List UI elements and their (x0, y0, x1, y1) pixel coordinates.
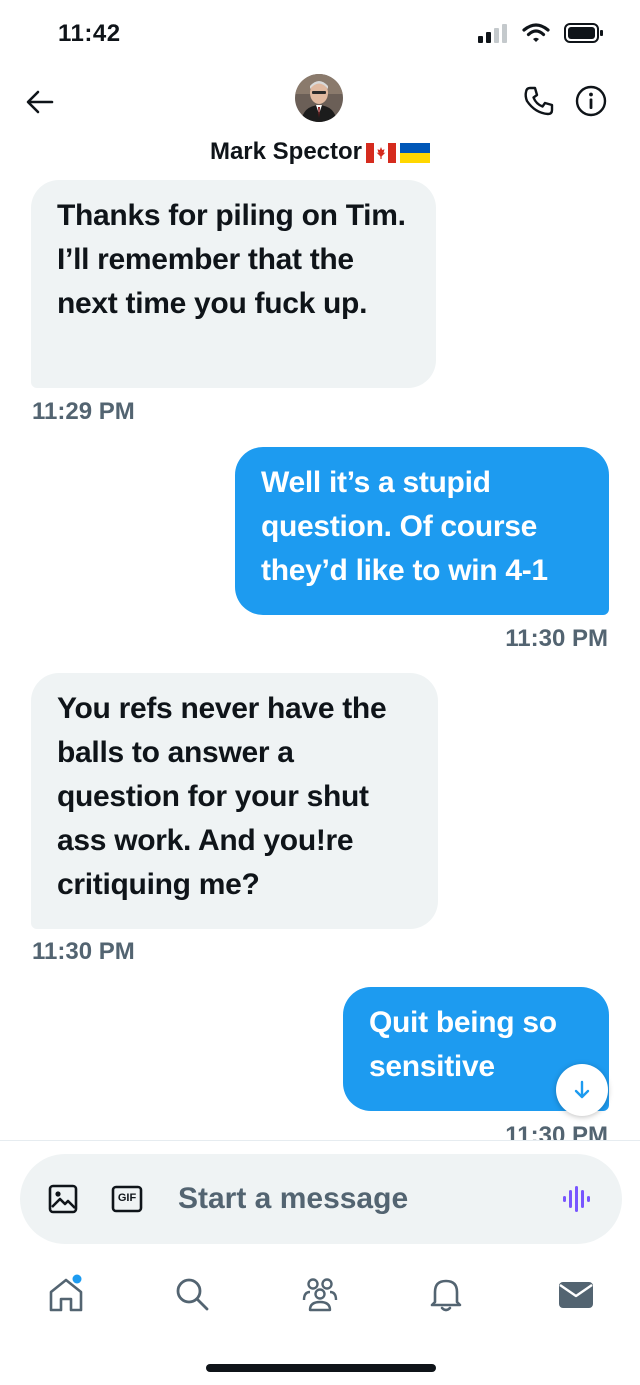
message-bubble-sent[interactable]: Well it’s a stupid question. Of course t… (235, 447, 609, 615)
canada-flag-icon (366, 142, 397, 163)
battery-icon (564, 23, 603, 43)
contact-name-row[interactable]: Mark Spector (0, 138, 640, 166)
message-timestamp: 11:30 PM (505, 625, 608, 652)
message-timestamp: 11:29 PM (32, 398, 135, 425)
status-icons (478, 22, 604, 44)
avatar-portrait (295, 74, 343, 122)
back-arrow-icon[interactable] (24, 86, 56, 118)
messages-icon[interactable] (556, 1274, 596, 1314)
cellular-signal-icon (478, 24, 507, 43)
image-icon[interactable] (46, 1182, 80, 1216)
message-timestamp: 11:30 PM (32, 938, 135, 965)
search-icon[interactable] (172, 1274, 212, 1314)
status-time: 11:42 (58, 20, 121, 47)
timestamp-clip: 11:30 PM (0, 1116, 640, 1140)
wifi-icon (522, 23, 550, 42)
voice-message-icon[interactable] (560, 1182, 594, 1216)
message-composer: GIF (20, 1154, 622, 1244)
gif-icon[interactable]: GIF (110, 1182, 144, 1216)
home-icon[interactable] (46, 1274, 86, 1314)
message-input[interactable] (178, 1176, 538, 1222)
gif-label: GIF (117, 1192, 137, 1204)
message-bubble-received[interactable]: You refs never have the balls to answer … (31, 673, 438, 929)
phone-icon[interactable] (522, 84, 556, 118)
notifications-icon[interactable] (426, 1274, 466, 1314)
communities-icon[interactable] (300, 1274, 340, 1314)
message-timestamp: 11:30 PM (505, 1122, 608, 1140)
info-icon[interactable] (574, 84, 608, 118)
avatar[interactable] (295, 74, 343, 122)
home-indicator[interactable] (206, 1364, 436, 1372)
ukraine-flag-icon (400, 142, 431, 163)
message-bubble-received[interactable]: Thanks for piling on Tim. I’ll remember … (31, 180, 436, 388)
arrow-down-icon (574, 1080, 590, 1099)
scroll-to-bottom-button[interactable] (556, 1064, 608, 1116)
contact-name: Mark Spector (209, 138, 363, 165)
divider (0, 1140, 640, 1141)
